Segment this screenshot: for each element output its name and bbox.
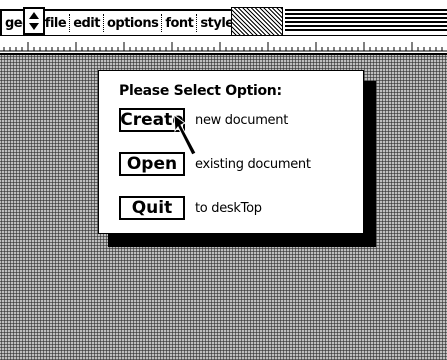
open-description: existing document xyxy=(195,157,311,172)
menu-options[interactable]: options xyxy=(104,11,161,35)
quit-button[interactable]: Quit xyxy=(119,196,185,220)
quit-description: to deskTop xyxy=(195,201,262,216)
menu-file[interactable]: file xyxy=(42,11,69,35)
ruler-ticks xyxy=(0,42,447,52)
geowrite-screen: geos file edit options font style Please… xyxy=(0,0,447,360)
pointer-arrow-icon xyxy=(173,113,197,156)
ruler[interactable] xyxy=(0,35,447,55)
dialog-title: Please Select Option: xyxy=(119,83,282,99)
up-down-arrow-icon xyxy=(29,12,39,30)
menu-font[interactable]: font xyxy=(162,11,196,35)
title-bar xyxy=(285,9,447,33)
create-description: new document xyxy=(195,113,288,128)
menu-edit[interactable]: edit xyxy=(70,11,103,35)
page-scroll-area[interactable] xyxy=(231,7,283,37)
scroll-button[interactable] xyxy=(23,7,45,35)
select-option-dialog: Please Select Option: Create new documen… xyxy=(98,70,364,234)
